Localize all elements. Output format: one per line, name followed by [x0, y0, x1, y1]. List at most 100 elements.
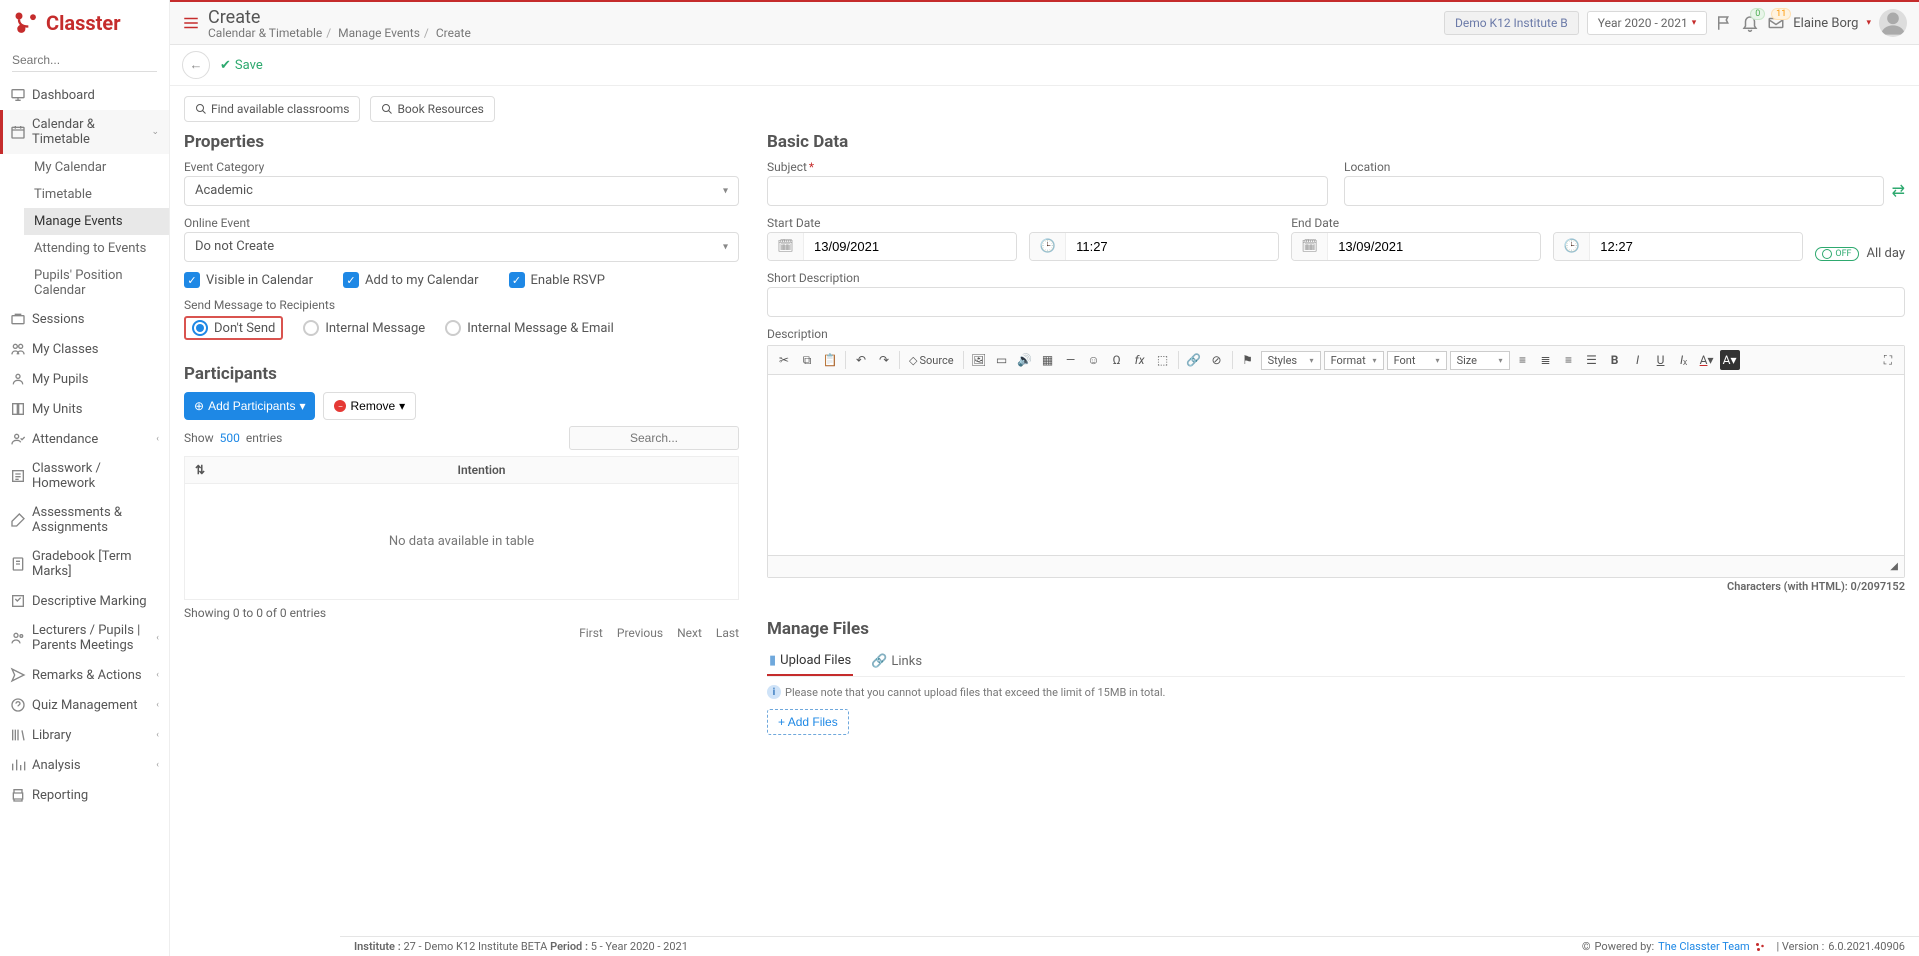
year-selector[interactable]: Year 2020 - 2021▾ — [1587, 11, 1708, 35]
bg-color-icon[interactable]: A▾ — [1720, 350, 1740, 370]
align-right-icon[interactable]: ≡ — [1559, 350, 1579, 370]
user-caret-icon[interactable]: ▾ — [1866, 18, 1871, 28]
radio-dont-send[interactable]: Don't Send — [192, 320, 275, 336]
institute-selector[interactable]: Demo K12 Institute B — [1444, 11, 1579, 35]
cut-icon[interactable]: ✂ — [774, 350, 794, 370]
align-justify-icon[interactable]: ☰ — [1582, 350, 1602, 370]
nav-sub-timetable[interactable]: Timetable — [24, 181, 169, 208]
remove-button[interactable]: −Remove ▾ — [323, 392, 416, 420]
nav-gradebook[interactable]: Gradebook [Term Marks] — [0, 542, 169, 586]
nav-analysis[interactable]: Analysis‹ — [0, 750, 169, 780]
undo-icon[interactable]: ↶ — [851, 350, 871, 370]
unlink-icon[interactable]: ⊘ — [1207, 350, 1227, 370]
nav-classwork[interactable]: Classwork / Homework — [0, 454, 169, 498]
brand-logo[interactable]: Classter — [0, 0, 169, 45]
add-to-my-calendar-checkbox[interactable]: ✓Add to my Calendar — [343, 272, 478, 288]
enable-rsvp-checkbox[interactable]: ✓Enable RSVP — [509, 272, 605, 288]
col-sort[interactable]: ⇅ — [185, 457, 225, 483]
subject-input[interactable] — [767, 176, 1328, 206]
visible-in-calendar-checkbox[interactable]: ✓Visible in Calendar — [184, 272, 313, 288]
source-button[interactable]: ◇ Source — [905, 350, 958, 370]
avatar[interactable] — [1879, 9, 1907, 37]
size-select[interactable]: Size — [1450, 351, 1510, 370]
crumb-1[interactable]: Calendar & Timetable — [208, 26, 322, 40]
nav-reporting[interactable]: Reporting — [0, 780, 169, 810]
nav-sub-attending[interactable]: Attending to Events — [24, 235, 169, 262]
page-prev[interactable]: Previous — [617, 626, 663, 640]
nav-sub-manage-events[interactable]: Manage Events — [24, 208, 169, 235]
math-icon[interactable]: fx — [1130, 350, 1150, 370]
nav-remarks[interactable]: Remarks & Actions‹ — [0, 660, 169, 690]
table-icon[interactable]: ▦ — [1038, 350, 1058, 370]
sidebar-search-input[interactable] — [12, 49, 157, 72]
tab-upload-files[interactable]: ▮Upload Files — [767, 647, 853, 676]
classter-team-link[interactable]: The Classter Team — [1658, 940, 1750, 953]
tab-links[interactable]: 🔗Links — [869, 647, 924, 676]
nav-lecturers[interactable]: Lecturers / Pupils | Parents Meetings‹ — [0, 616, 169, 660]
text-color-icon[interactable]: A▾ — [1697, 350, 1717, 370]
styles-select[interactable]: Styles — [1261, 351, 1321, 370]
underline-icon[interactable]: U — [1651, 350, 1671, 370]
save-button[interactable]: ✔ Save — [220, 58, 263, 73]
start-date-input[interactable]: 🗓 — [767, 232, 1017, 261]
redo-icon[interactable]: ↷ — [874, 350, 894, 370]
iframe-icon[interactable]: ⬚ — [1153, 350, 1173, 370]
paste-icon[interactable]: 📋 — [820, 350, 840, 370]
align-center-icon[interactable]: ≣ — [1536, 350, 1556, 370]
resize-handle[interactable]: ◢ — [1890, 561, 1898, 572]
nav-attendance[interactable]: Attendance‹ — [0, 424, 169, 454]
nav-calendar-timetable[interactable]: Calendar & Timetable⌄ — [0, 110, 169, 154]
nav-sub-pupils-position[interactable]: Pupils' Position Calendar — [24, 262, 169, 304]
back-button[interactable]: ← — [182, 51, 210, 79]
page-last[interactable]: Last — [716, 626, 739, 640]
nav-library[interactable]: Library‹ — [0, 720, 169, 750]
entries-select[interactable]: 500 — [220, 431, 240, 445]
audio-icon[interactable]: 🔊 — [1015, 350, 1035, 370]
find-classrooms-button[interactable]: Find available classrooms — [184, 96, 360, 122]
end-time-input[interactable]: 🕒 — [1553, 232, 1803, 261]
italic-icon[interactable]: I — [1628, 350, 1648, 370]
radio-internal-message[interactable]: Internal Message — [303, 320, 425, 336]
maximize-icon[interactable]: ⛶ — [1878, 350, 1898, 370]
clear-format-icon[interactable]: Iₓ — [1674, 350, 1694, 370]
nav-my-units[interactable]: My Units — [0, 394, 169, 424]
font-select[interactable]: Font — [1387, 351, 1447, 370]
anchor-flag-icon[interactable]: ⚑ — [1238, 350, 1258, 370]
online-event-select[interactable]: Do not Create — [184, 232, 739, 262]
smiley-icon[interactable]: ☺ — [1084, 350, 1104, 370]
hamburger-icon[interactable] — [182, 14, 200, 32]
swap-icon[interactable]: ⇄ — [1892, 181, 1905, 206]
radio-internal-email[interactable]: Internal Message & Email — [445, 320, 614, 336]
copy-icon[interactable]: ⧉ — [797, 350, 817, 370]
page-next[interactable]: Next — [677, 626, 702, 640]
crumb-2[interactable]: Manage Events — [338, 26, 420, 40]
special-char-icon[interactable]: Ω — [1107, 350, 1127, 370]
nav-my-classes[interactable]: My Classes — [0, 334, 169, 364]
messages-button[interactable]: 11 — [1767, 14, 1785, 32]
start-time-input[interactable]: 🕒 — [1029, 232, 1279, 261]
all-day-toggle[interactable]: OFF — [1815, 247, 1858, 261]
flag-button[interactable] — [1715, 14, 1733, 32]
participants-search-input[interactable] — [569, 426, 739, 450]
notifications-button[interactable]: 0 — [1741, 14, 1759, 32]
col-intention[interactable]: Intention — [225, 457, 738, 483]
nav-sub-my-calendar[interactable]: My Calendar — [24, 154, 169, 181]
image-icon[interactable]: 🖼 — [969, 350, 989, 370]
editor-body[interactable] — [768, 375, 1904, 555]
end-date-input[interactable]: 🗓 — [1291, 232, 1541, 261]
nav-quiz[interactable]: Quiz Management‹ — [0, 690, 169, 720]
link-icon[interactable]: 🔗 — [1184, 350, 1204, 370]
nav-descriptive[interactable]: Descriptive Marking — [0, 586, 169, 616]
nav-sessions[interactable]: Sessions — [0, 304, 169, 334]
event-category-select[interactable]: Academic — [184, 176, 739, 206]
bold-icon[interactable]: B — [1605, 350, 1625, 370]
format-select[interactable]: Format — [1324, 351, 1384, 370]
book-resources-button[interactable]: Book Resources — [370, 96, 494, 122]
align-left-icon[interactable]: ≡ — [1513, 350, 1533, 370]
add-participants-button[interactable]: ⊕Add Participants ▾ — [184, 392, 315, 420]
nav-dashboard[interactable]: Dashboard — [0, 80, 169, 110]
video-icon[interactable]: ▭ — [992, 350, 1012, 370]
nav-assessments[interactable]: Assessments & Assignments — [0, 498, 169, 542]
short-desc-input[interactable] — [767, 287, 1905, 317]
location-input[interactable] — [1344, 176, 1884, 206]
